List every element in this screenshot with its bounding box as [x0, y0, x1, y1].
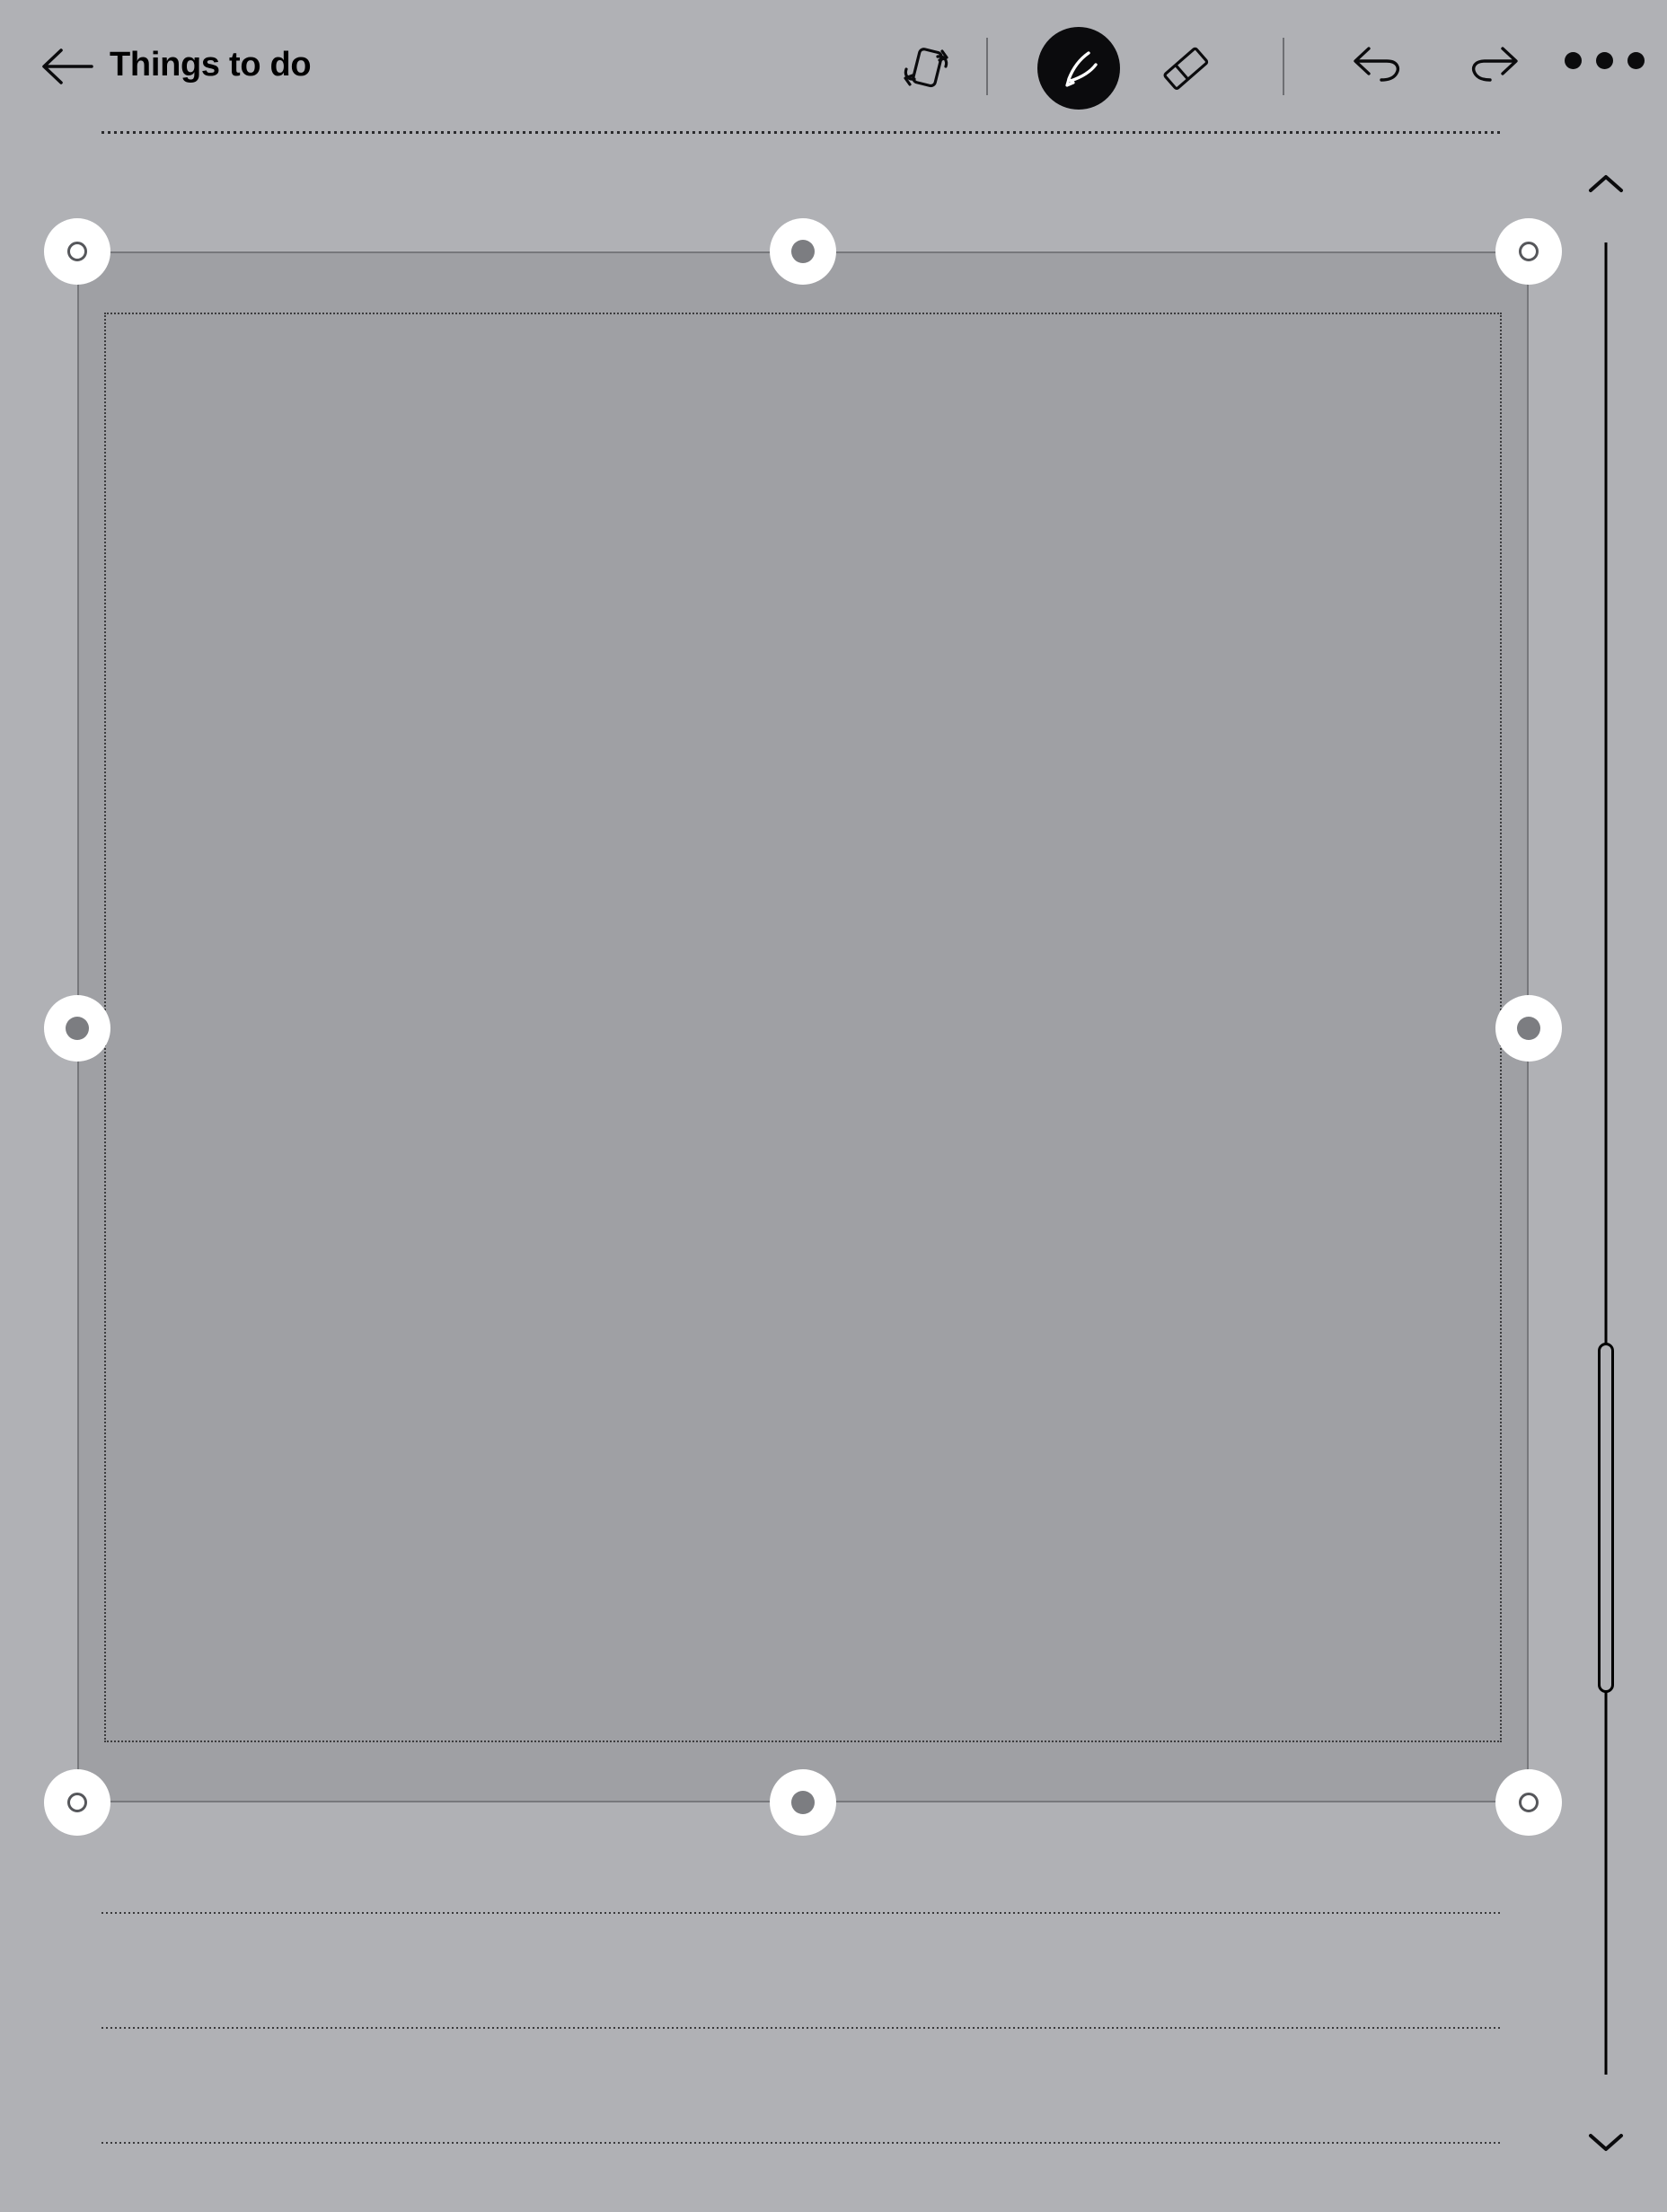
handle-bottom-left[interactable]	[44, 1769, 110, 1836]
chevron-down-icon[interactable]	[1586, 2128, 1626, 2155]
scrollbar-track[interactable]	[1604, 242, 1608, 2075]
selection-inner-dashed-outline	[104, 313, 1502, 1742]
handle-bottom-center[interactable]	[770, 1769, 836, 1836]
handle-top-center[interactable]	[770, 218, 836, 285]
scrollbar-thumb[interactable]	[1598, 1343, 1614, 1693]
selection-overlay	[0, 0, 1667, 2212]
chevron-up-icon[interactable]	[1586, 171, 1626, 198]
vertical-scrollbar[interactable]	[1545, 0, 1667, 2212]
handle-middle-left[interactable]	[44, 995, 110, 1062]
handle-top-left[interactable]	[44, 218, 110, 285]
note-editor-canvas: Things to do	[0, 0, 1667, 2212]
